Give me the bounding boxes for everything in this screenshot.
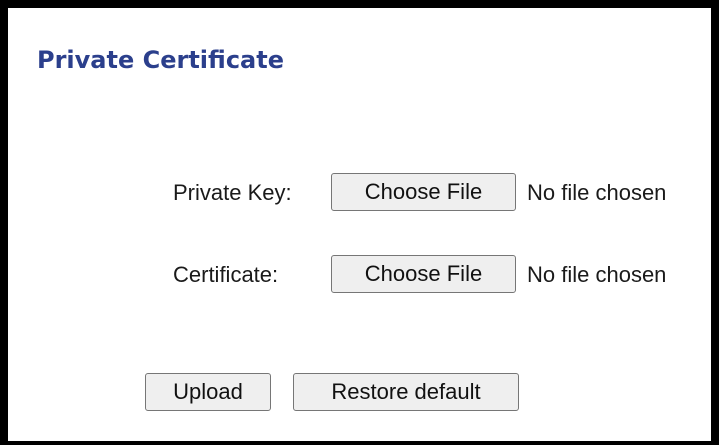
upload-button[interactable]: Upload: [145, 373, 271, 411]
certificate-choose-file-button[interactable]: Choose File: [331, 255, 516, 293]
certificate-file-status: No file chosen: [527, 262, 667, 287]
private-key-choose-file-button[interactable]: Choose File: [331, 173, 516, 211]
private-key-label: Private Key:: [173, 180, 292, 205]
restore-default-button[interactable]: Restore default: [293, 373, 519, 411]
panel-title: Private Certificate: [37, 46, 284, 74]
certificate-label: Certificate:: [173, 262, 279, 287]
private-key-file-status: No file chosen: [527, 180, 667, 205]
private-certificate-panel: Private Certificate Private Key: Choose …: [0, 0, 719, 445]
